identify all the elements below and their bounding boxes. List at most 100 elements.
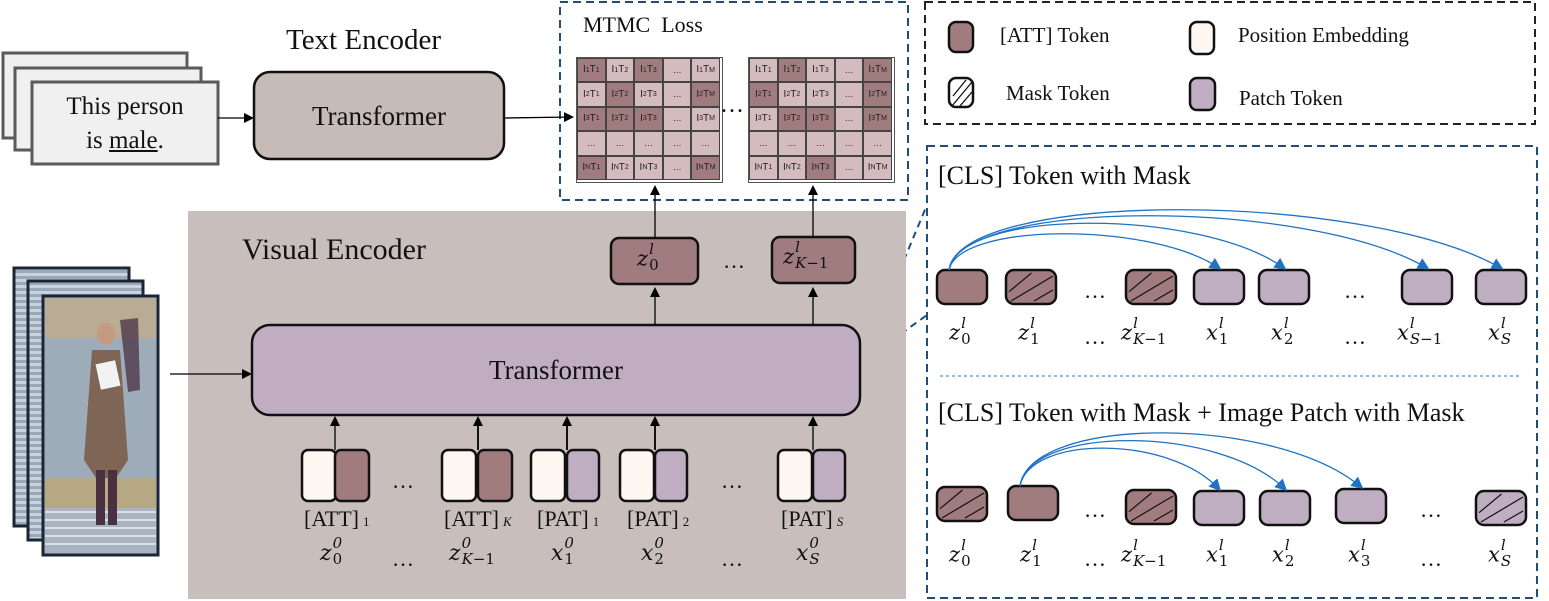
token-ellipsis: … <box>1084 497 1106 522</box>
panel-cls-patch-mask-arcs <box>1019 432 1364 492</box>
matrix-cell: … <box>749 131 778 156</box>
masked-att-token <box>1124 268 1178 306</box>
matrix-cell: … <box>577 131 606 156</box>
text-encoder-title: Text Encoder <box>286 24 441 56</box>
panel-cls-mask-title: [CLS] Token with Mask <box>938 161 1191 190</box>
text-input-prefix: is <box>86 127 110 154</box>
matrix-cell: … <box>662 106 692 132</box>
masked-att-token <box>1124 488 1178 526</box>
mtmc-title: MTMC Loss <box>583 12 703 37</box>
input-token-tag: [PAT] S <box>781 506 844 531</box>
token-label: zl0 <box>949 314 971 348</box>
token-ellipsis: … <box>1344 278 1366 303</box>
matrix-cell: … <box>834 58 864 83</box>
patch-token <box>1257 268 1311 306</box>
matrix-cell: … <box>662 82 692 107</box>
matrix-cell: I2T2 <box>777 82 807 107</box>
text-input-suffix: . <box>157 127 164 154</box>
matrix-cell: I1T2 <box>777 58 807 83</box>
patch-token <box>1192 489 1246 527</box>
attention-arc <box>948 233 1222 271</box>
patch-token <box>1334 487 1388 525</box>
matrix-cell: I1TM <box>863 58 892 83</box>
matrix-cell: I3T1 <box>577 106 606 132</box>
token-label: xlS <box>1488 314 1512 348</box>
panel-cls-patch-mask-title: [CLS] Token with Mask + Image Patch with… <box>938 398 1465 427</box>
matrix-cell: I3T3 <box>806 106 835 132</box>
matrix-cell: I2T3 <box>806 82 835 107</box>
patch-token <box>1400 268 1454 306</box>
token-label: xl1 <box>1206 536 1229 570</box>
matrix-cell: … <box>777 131 807 156</box>
token-label: x l S−1 <box>1397 314 1443 348</box>
input-token-variable: z 0 K−1 <box>449 534 495 568</box>
token-label: xl2 <box>1271 314 1294 348</box>
matrix-cell: I3T2 <box>605 106 635 132</box>
legend-label-pos: Position Embedding <box>1238 23 1409 47</box>
matrix-cell: I1T2 <box>605 58 635 83</box>
token-ellipsis: … <box>1420 497 1442 522</box>
token-label: z l K−1 <box>1121 314 1167 348</box>
matrix-cell: I1T1 <box>577 58 606 83</box>
matrix-cell: … <box>834 131 864 156</box>
visual-encoder-title: Visual Encoder <box>242 233 426 266</box>
masked-att-token <box>1004 268 1058 306</box>
legend-swatch-mask <box>947 76 975 109</box>
text-transformer-label: Transformer <box>312 101 446 131</box>
matrix-cell: … <box>806 131 835 156</box>
patch-token <box>1474 268 1528 306</box>
text-input-attribute: male <box>109 127 158 154</box>
matrix-cell: INT1 <box>577 155 606 180</box>
matrix-cell: … <box>691 131 720 156</box>
matrix-cell: INTM <box>691 155 720 180</box>
output-token-label: z l K−1 <box>783 238 829 272</box>
matrix-cell: I2T3 <box>634 82 663 107</box>
similarity-matrix-1: I 1 T 1 I 1 T 2 I 1 T 3… I 1 T M I 2 T 1 I 2 T 2 I 2 T 3… I 2 T M I 3 T 1 I 3… <box>576 57 723 183</box>
masked-att-token <box>935 485 989 523</box>
matrix-cell: … <box>662 155 692 180</box>
input-token-variable: z00 <box>320 534 343 568</box>
matrix-cell: … <box>662 131 692 156</box>
matrix-cell: I1TM <box>691 58 720 83</box>
input-token-tag: [PAT] 1 <box>537 506 600 531</box>
matrix-cell: I2TM <box>691 82 720 107</box>
input-token-tag: [ATT] K <box>444 506 512 531</box>
token-label: zl1 <box>1020 536 1042 570</box>
matrix-cell: … <box>662 58 692 83</box>
visual-transformer-label: Transformer <box>489 355 623 385</box>
matrix-cell: I3T2 <box>777 106 807 132</box>
matrix-cell: I2T1 <box>749 82 778 107</box>
matrix-cell: I3TM <box>691 106 720 132</box>
matrix-cell: I2T2 <box>605 82 635 107</box>
output-token-label: zl0 <box>637 240 659 274</box>
matrix-cell: I2T1 <box>577 82 606 107</box>
input-var-ellipsis-1: … <box>392 546 414 571</box>
matrix-cell: I3TM <box>863 106 892 132</box>
attention-panel-box <box>926 145 1538 599</box>
panel-cls-mask-arcs <box>948 209 1504 271</box>
matrix-cell: INT3 <box>806 155 835 180</box>
label-ellipsis: … <box>1084 324 1106 349</box>
text-input-line2: is male. <box>32 128 218 153</box>
attention-arc <box>1019 432 1364 489</box>
input-ellipsis-1: … <box>392 468 414 493</box>
input-token-tag: [PAT] 2 <box>627 506 690 531</box>
matrix-cell: … <box>605 131 635 156</box>
token-label: xl3 <box>1348 536 1371 570</box>
person-image-front <box>41 294 160 557</box>
input-token-variable: x0S <box>796 534 820 568</box>
token-ellipsis: … <box>1084 278 1106 303</box>
matrix-cell: I2TM <box>863 82 892 107</box>
input-token-variable: x02 <box>641 534 664 568</box>
input-var-ellipsis-2: … <box>721 546 743 571</box>
token-label: z l K−1 <box>1121 536 1167 570</box>
matrix-cell: … <box>834 106 864 132</box>
patch-token <box>1258 489 1312 527</box>
matrix-cell: INT2 <box>605 155 635 180</box>
matrix-cell: I1T3 <box>634 58 663 83</box>
token-label: xl1 <box>1206 314 1229 348</box>
matrix-cell: I1T3 <box>806 58 835 83</box>
input-token-variable: x01 <box>551 534 574 568</box>
label-ellipsis: … <box>1344 324 1366 349</box>
att-token <box>1006 484 1060 522</box>
